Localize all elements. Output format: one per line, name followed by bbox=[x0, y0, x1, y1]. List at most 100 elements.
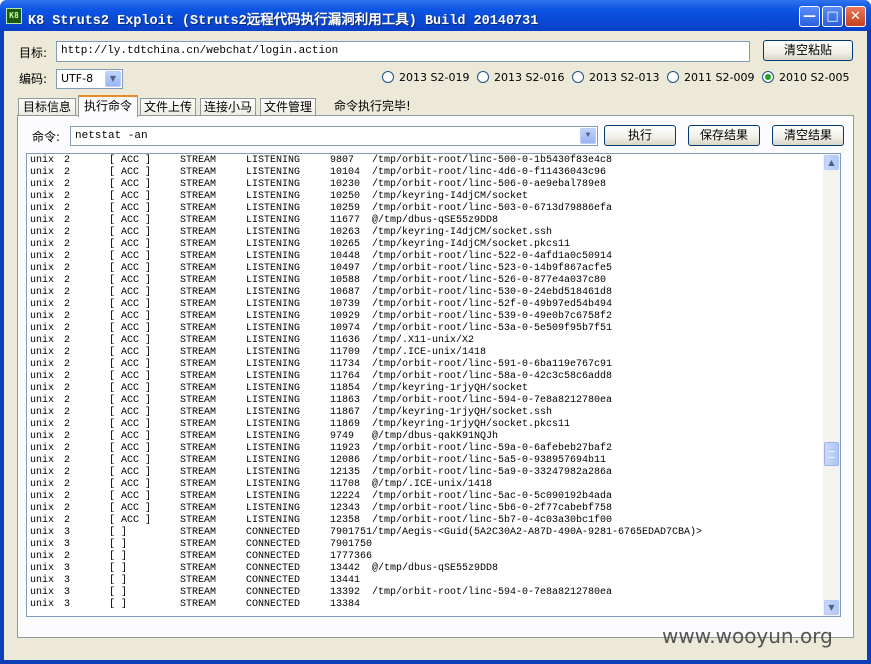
watermark: www.wooyun.org bbox=[662, 624, 833, 648]
chevron-down-icon[interactable]: ▼ bbox=[580, 128, 596, 144]
clear-result-button[interactable]: 清空结果 bbox=[772, 125, 844, 146]
save-result-button[interactable]: 保存结果 bbox=[688, 125, 760, 146]
output-cell: 2 bbox=[64, 503, 71, 514]
output-cell: STREAM bbox=[180, 155, 217, 166]
output-cell: [ ACC ] bbox=[109, 467, 152, 478]
output-cell: STREAM bbox=[180, 599, 217, 610]
output-line: unix 2 [ ACC ] STREAM LISTENING 11869/tmp/key… bbox=[27, 419, 825, 431]
close-icon: ✕ bbox=[850, 9, 861, 24]
output-cell: [ ACC ] bbox=[109, 191, 152, 202]
output-cell: STREAM bbox=[180, 179, 217, 190]
output-cell: STREAM bbox=[180, 539, 217, 550]
output-cell: unix bbox=[30, 587, 55, 598]
output-cell: unix bbox=[30, 203, 55, 214]
tab-file-manager[interactable]: 文件管理 bbox=[260, 98, 316, 116]
title-bar[interactable]: K8 K8 Struts2 Exploit (Struts2远程代码执行漏洞利用… bbox=[0, 0, 871, 31]
vertical-scrollbar[interactable]: ▲ ▼ bbox=[823, 154, 840, 616]
output-cell: 10263 bbox=[330, 227, 361, 238]
window-title: K8 Struts2 Exploit (Struts2远程代码执行漏洞利用工具)… bbox=[28, 14, 539, 29]
output-line: unix 2 [ ACC ] STREAM LISTENING 12135/tmp/orb… bbox=[27, 467, 825, 479]
command-input[interactable]: netstat -an ▼ bbox=[70, 126, 598, 146]
scroll-down-icon[interactable]: ▼ bbox=[824, 600, 839, 615]
output-cell: /tmp/.X11-unix/X2 bbox=[372, 335, 475, 346]
output-cell: STREAM bbox=[180, 515, 217, 526]
output-cell: 2 bbox=[64, 275, 71, 286]
output-cell: STREAM bbox=[180, 191, 217, 202]
output-line: unix 2 [ ACC ] STREAM LISTENING 11867/tmp/key… bbox=[27, 407, 825, 419]
output-cell: unix bbox=[30, 395, 55, 406]
output-cell: 10497 bbox=[330, 263, 361, 274]
output-cell: 2 bbox=[64, 443, 71, 454]
minimize-button[interactable]: — bbox=[799, 6, 820, 27]
output-line: unix 2 [ ACC ] STREAM LISTENING 10250/tmp/key… bbox=[27, 191, 825, 203]
output-cell: LISTENING bbox=[246, 167, 301, 178]
radio-s2-009[interactable]: 2011 S2-009 bbox=[667, 71, 754, 87]
output-line: unix 3 [ ] STREAM CONNECTED 13441 bbox=[27, 575, 825, 587]
output-cell: @/tmp/dbus-qSE55z9DD8 bbox=[372, 563, 499, 574]
output-cell: 11854 bbox=[330, 383, 361, 394]
output-line: unix 2 [ ACC ] STREAM LISTENING 11863/tmp/orb… bbox=[27, 395, 825, 407]
output-cell: 2 bbox=[64, 491, 71, 502]
output-cell: 2 bbox=[64, 215, 71, 226]
output-cell: [ ACC ] bbox=[109, 323, 152, 334]
output-cell: LISTENING bbox=[246, 515, 301, 526]
output-cell: CONNECTED bbox=[246, 539, 301, 550]
output-cell: [ ACC ] bbox=[109, 179, 152, 190]
command-output[interactable]: unix 2 [ ACC ] STREAM LISTENING 9807/tmp/orbi… bbox=[26, 153, 841, 617]
output-cell: 2 bbox=[64, 239, 71, 250]
chevron-down-icon[interactable]: ▼ bbox=[105, 71, 121, 87]
radio-s2-016[interactable]: 2013 S2-016 bbox=[477, 71, 564, 87]
output-cell: /tmp/orbit-root/linc-594-0-7e8a8212780ea bbox=[372, 395, 613, 406]
output-cell: LISTENING bbox=[246, 491, 301, 502]
output-cell: [ ACC ] bbox=[109, 263, 152, 274]
scroll-up-icon[interactable]: ▲ bbox=[824, 155, 839, 170]
output-cell: [ ACC ] bbox=[109, 443, 152, 454]
radio-s2-005[interactable]: 2010 S2-005 bbox=[762, 71, 849, 87]
output-cell: 3 bbox=[64, 527, 71, 538]
tab-execute-command[interactable]: 执行命令 bbox=[78, 95, 138, 117]
output-cell: [ ACC ] bbox=[109, 383, 152, 394]
output-cell: unix bbox=[30, 311, 55, 322]
tab-file-upload[interactable]: 文件上传 bbox=[140, 98, 196, 116]
output-cell: /tmp/orbit-root/linc-4d6-0-f11436043c96 bbox=[372, 167, 607, 178]
output-cell: STREAM bbox=[180, 395, 217, 406]
output-cell: unix bbox=[30, 563, 55, 574]
client-area: 目标: http://ly.tdtchina.cn/webchat/login.… bbox=[4, 31, 867, 660]
output-cell: LISTENING bbox=[246, 227, 301, 238]
radio-s2-019[interactable]: 2013 S2-019 bbox=[382, 71, 469, 87]
output-cell: 2 bbox=[64, 419, 71, 430]
output-cell: [ ACC ] bbox=[109, 419, 152, 430]
execute-button[interactable]: 执行 bbox=[604, 125, 676, 146]
output-cell: LISTENING bbox=[246, 239, 301, 250]
output-cell: /tmp/orbit-root/linc-506-0-ae9ebal789e8 bbox=[372, 179, 607, 190]
radio-circle-icon bbox=[762, 71, 774, 83]
output-line: unix 2 [ ACC ] STREAM LISTENING 10104/tmp/orb… bbox=[27, 167, 825, 179]
output-cell: [ ACC ] bbox=[109, 335, 152, 346]
output-cell: 3 bbox=[64, 539, 71, 550]
radio-s2-013[interactable]: 2013 S2-013 bbox=[572, 71, 659, 87]
output-cell: STREAM bbox=[180, 287, 217, 298]
output-cell: /tmp/orbit-root/linc-52f-0-49b97ed54b494 bbox=[372, 299, 613, 310]
target-url-input[interactable]: http://ly.tdtchina.cn/webchat/login.acti… bbox=[56, 41, 750, 62]
clear-paste-button[interactable]: 清空粘贴 bbox=[763, 40, 853, 61]
tab-connect-shell[interactable]: 连接小马 bbox=[200, 98, 256, 116]
encoding-select[interactable]: UTF-8 ▼ bbox=[56, 69, 123, 89]
close-button[interactable]: ✕ bbox=[845, 6, 866, 27]
tab-target-info[interactable]: 目标信息 bbox=[18, 98, 76, 116]
output-cell: LISTENING bbox=[246, 263, 301, 274]
app-icon: K8 bbox=[6, 8, 22, 24]
scroll-thumb[interactable] bbox=[824, 442, 839, 466]
output-cell: /tmp/keyring-I4djCM/socket bbox=[372, 191, 529, 202]
output-cell: LISTENING bbox=[246, 335, 301, 346]
output-cell: /tmp/orbit-root/linc-5b7-0-4c03a30bc1f00 bbox=[372, 515, 613, 526]
output-cell: 10265 bbox=[330, 239, 361, 250]
output-cell: 12224 bbox=[330, 491, 361, 502]
output-cell: @/tmp/.ICE-unix/1418 bbox=[372, 479, 493, 490]
output-cell: LISTENING bbox=[246, 407, 301, 418]
maximize-button[interactable]: □ bbox=[822, 6, 843, 27]
output-cell: 10588 bbox=[330, 275, 361, 286]
output-cell: 11734 bbox=[330, 359, 361, 370]
output-line: unix 3 [ ] STREAM CONNECTED 13392/tmp/orbit-r… bbox=[27, 587, 825, 599]
output-line: unix 3 [ ] STREAM CONNECTED 7901751/tmp/Aegis… bbox=[27, 527, 825, 539]
output-cell: [ ACC ] bbox=[109, 311, 152, 322]
